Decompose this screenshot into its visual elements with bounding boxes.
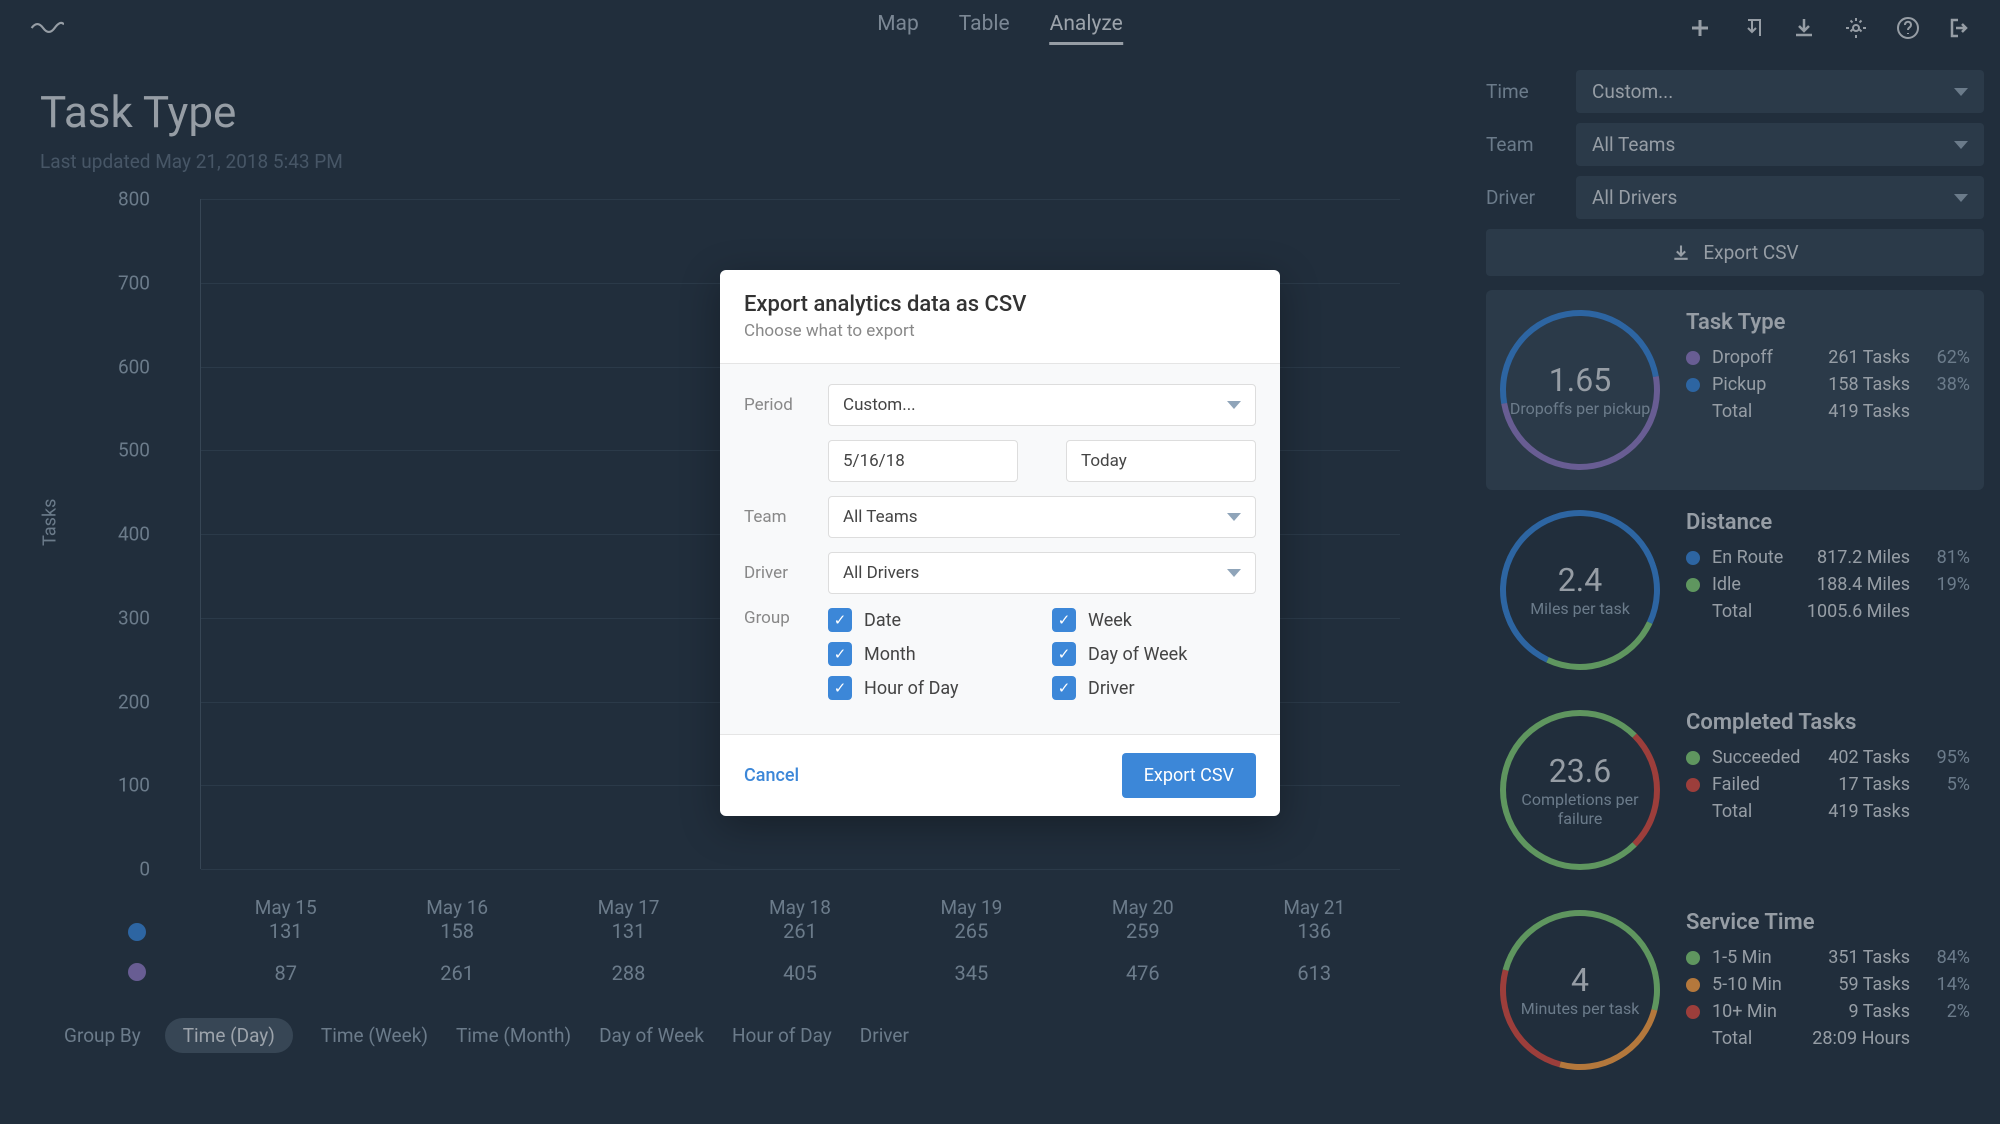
- check-icon: ✓: [1052, 608, 1076, 632]
- modal-period-label: Period: [744, 395, 816, 415]
- chevron-down-icon: [1227, 513, 1241, 521]
- modal-export-button[interactable]: Export CSV: [1122, 753, 1256, 798]
- checkbox-hour-of-day[interactable]: ✓Hour of Day: [828, 676, 1032, 700]
- checkbox-date[interactable]: ✓Date: [828, 608, 1032, 632]
- chevron-down-icon: [1227, 569, 1241, 577]
- checkbox-month[interactable]: ✓Month: [828, 642, 1032, 666]
- modal-driver-label: Driver: [744, 563, 816, 583]
- modal-group-label: Group: [744, 608, 816, 628]
- modal-team-label: Team: [744, 507, 816, 527]
- checkbox-day-of-week[interactable]: ✓Day of Week: [1052, 642, 1256, 666]
- check-icon: ✓: [1052, 642, 1076, 666]
- modal-title: Export analytics data as CSV: [744, 292, 1256, 317]
- modal-period-select[interactable]: Custom...: [828, 384, 1256, 426]
- modal-subtitle: Choose what to export: [744, 321, 1256, 341]
- export-modal: Export analytics data as CSV Choose what…: [720, 270, 1280, 816]
- check-icon: ✓: [1052, 676, 1076, 700]
- checkbox-driver[interactable]: ✓Driver: [1052, 676, 1256, 700]
- chevron-down-icon: [1227, 401, 1241, 409]
- check-icon: ✓: [828, 642, 852, 666]
- modal-team-select[interactable]: All Teams: [828, 496, 1256, 538]
- modal-date-from[interactable]: 5/16/18: [828, 440, 1018, 482]
- modal-driver-select[interactable]: All Drivers: [828, 552, 1256, 594]
- checkbox-week[interactable]: ✓Week: [1052, 608, 1256, 632]
- check-icon: ✓: [828, 676, 852, 700]
- modal-overlay: Export analytics data as CSV Choose what…: [0, 0, 2000, 1124]
- modal-cancel-button[interactable]: Cancel: [744, 765, 799, 786]
- check-icon: ✓: [828, 608, 852, 632]
- modal-date-to[interactable]: Today: [1066, 440, 1256, 482]
